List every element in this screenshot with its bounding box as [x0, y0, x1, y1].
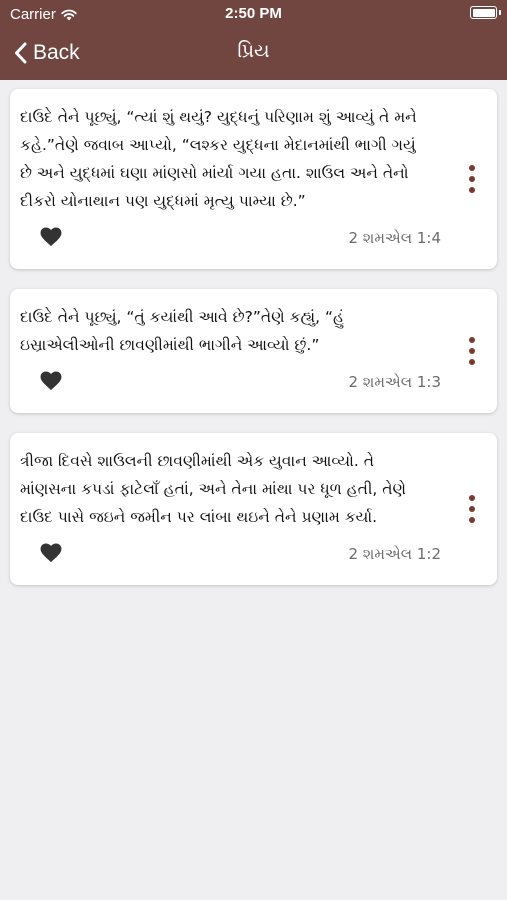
verse-reference: 2 શમએલ 1:4	[348, 229, 441, 247]
verse-text: દાઉદે તેને પૂછ્યું, “તું કયાંથી આવે છે?”…	[20, 308, 345, 354]
verse-reference: 2 શમએલ 1:2	[348, 545, 441, 563]
more-options-icon[interactable]	[465, 165, 479, 193]
status-time: 2:50 PM	[225, 5, 282, 22]
heart-icon[interactable]	[40, 227, 62, 247]
verse-text: ત્રીજા દિવસે શાઉલની છાવણીમાંથી એક યુવાન …	[20, 452, 407, 526]
verse-text: દાઉદે તેને પૂછ્યું, “ત્યાં શું થયું? યુદ…	[20, 108, 417, 210]
more-options-icon[interactable]	[465, 495, 479, 523]
status-bar: Carrier 2:50 PM	[0, 0, 507, 28]
heart-icon[interactable]	[40, 371, 62, 391]
verse-card: દાઉદે તેને પૂછ્યું, “ત્યાં શું થયું? યુદ…	[10, 89, 497, 269]
verse-card: દાઉદે તેને પૂછ્યું, “તું કયાંથી આવે છે?”…	[10, 289, 497, 413]
verse-card: ત્રીજા દિવસે શાઉલની છાવણીમાંથી એક યુવાન …	[10, 433, 497, 585]
verse-footer: 2 શમએલ 1:2	[20, 537, 441, 573]
verse-footer: 2 શમએલ 1:4	[20, 221, 441, 257]
heart-icon[interactable]	[40, 543, 62, 563]
battery-icon	[470, 6, 501, 19]
favorites-list: દાઉદે તેને પૂછ્યું, “ત્યાં શું થયું? યુદ…	[0, 80, 507, 605]
navigation-bar: Back પ્રિય	[0, 28, 507, 80]
verse-footer: 2 શમએલ 1:3	[20, 365, 441, 401]
more-options-icon[interactable]	[465, 337, 479, 365]
verse-reference: 2 શમએલ 1:3	[348, 373, 441, 391]
page-title: પ્રિય	[237, 40, 270, 62]
